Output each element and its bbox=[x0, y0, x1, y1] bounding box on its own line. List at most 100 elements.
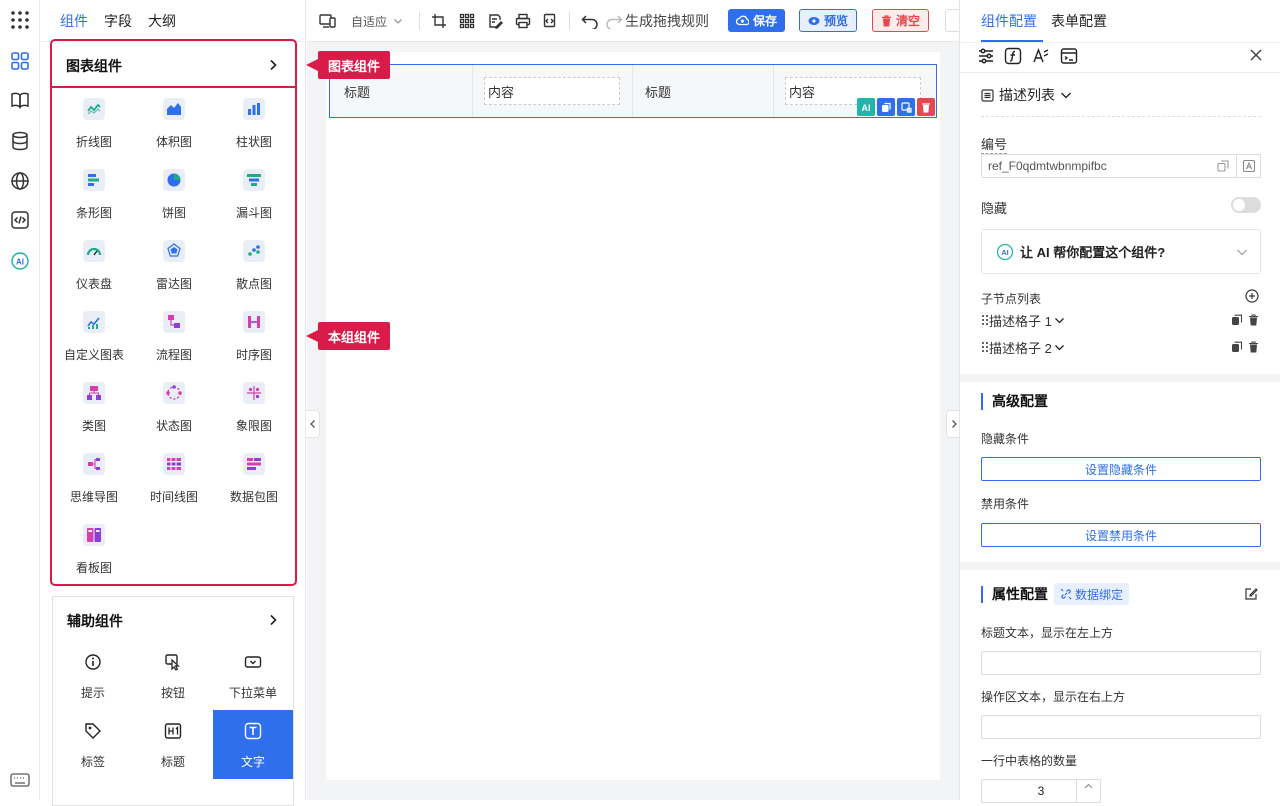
code-icon[interactable] bbox=[8, 208, 32, 232]
close-icon[interactable] bbox=[1250, 49, 1262, 61]
chart-item-3[interactable]: 条形图 bbox=[54, 161, 134, 232]
chart-item-16[interactable]: 时间线图 bbox=[134, 445, 214, 516]
copy-icon[interactable] bbox=[877, 98, 895, 116]
chart-item-1[interactable]: 体积图 bbox=[134, 90, 214, 161]
class-diagram-icon bbox=[83, 382, 105, 404]
undo-icon[interactable] bbox=[581, 11, 599, 31]
chart-item-18[interactable]: 看板图 bbox=[54, 516, 134, 587]
chart-item-15[interactable]: 思维导图 bbox=[54, 445, 134, 516]
script-icon[interactable] bbox=[1060, 47, 1078, 65]
formula-icon[interactable] bbox=[1004, 47, 1022, 65]
component-type-select[interactable]: 描述列表 bbox=[981, 85, 1072, 105]
book-icon[interactable] bbox=[8, 88, 32, 112]
generate-rules-button[interactable]: 生成拖拽规则 bbox=[605, 11, 709, 31]
info-icon bbox=[84, 653, 102, 671]
mindmap-icon bbox=[83, 453, 105, 475]
tab-fields[interactable]: 字段 bbox=[104, 11, 132, 31]
aux-item-4[interactable]: 标题 bbox=[133, 710, 213, 779]
chart-item-9[interactable]: 自定义图表 bbox=[54, 303, 134, 374]
chevron-down-icon bbox=[1054, 317, 1064, 323]
delete-icon[interactable] bbox=[917, 98, 935, 116]
set-disable-condition-button[interactable]: 设置禁用条件 bbox=[981, 523, 1261, 547]
print-icon[interactable] bbox=[515, 11, 531, 31]
svg-text:AI: AI bbox=[16, 258, 24, 267]
chart-item-12[interactable]: 类图 bbox=[54, 374, 134, 445]
aux-item-2[interactable]: 下拉菜单 bbox=[213, 641, 293, 710]
ai-icon[interactable]: AI bbox=[8, 249, 32, 273]
font-style-icon[interactable] bbox=[1032, 47, 1050, 65]
aux-item-1[interactable]: 按钮 bbox=[133, 641, 213, 710]
id-input[interactable]: ref_F0qdmtwbnmpifbc bbox=[981, 154, 1237, 178]
database-icon[interactable] bbox=[8, 129, 32, 153]
chart-item-8[interactable]: 散点图 bbox=[214, 232, 294, 303]
chart-item-label: 流程图 bbox=[155, 348, 192, 362]
set-hide-condition-button[interactable]: 设置隐藏条件 bbox=[981, 457, 1261, 481]
chart-item-13[interactable]: 状态图 bbox=[134, 374, 214, 445]
child-node-row[interactable]: 描述格子 2 bbox=[981, 338, 1261, 356]
preview-button[interactable]: 预览 bbox=[799, 9, 858, 32]
data-binding-tag[interactable]: 数据绑定 bbox=[1054, 583, 1130, 605]
chart-item-label: 象限图 bbox=[235, 419, 272, 433]
chart-item-11[interactable]: 时序图 bbox=[214, 303, 294, 374]
chevron-right-icon[interactable] bbox=[267, 59, 279, 71]
aux-item-label: 下拉菜单 bbox=[228, 686, 277, 700]
add-child-icon[interactable] bbox=[897, 98, 915, 116]
bar-chart-icon bbox=[243, 98, 265, 120]
trash-icon bbox=[1249, 314, 1258, 326]
aux-item-5[interactable]: 文字 bbox=[213, 710, 293, 779]
chart-item-6[interactable]: 仪表盘 bbox=[54, 232, 134, 303]
chart-item-10[interactable]: 流程图 bbox=[134, 303, 214, 374]
tab-component-config[interactable]: 组件配置 bbox=[981, 11, 1037, 31]
tag-icon bbox=[84, 722, 102, 740]
chart-item-2[interactable]: 柱状图 bbox=[214, 90, 294, 161]
tab-outline[interactable]: 大纲 bbox=[148, 11, 176, 31]
edit-icon[interactable] bbox=[1244, 587, 1258, 601]
save-button[interactable]: 保存 bbox=[728, 9, 786, 32]
ai-assist-icon[interactable]: AI bbox=[857, 98, 875, 116]
json-icon[interactable] bbox=[543, 11, 559, 31]
column-count-input[interactable]: 3 bbox=[981, 779, 1101, 803]
globe-icon[interactable] bbox=[8, 169, 32, 193]
chart-section-title: 图表组件 bbox=[66, 58, 122, 74]
aux-item-label: 标题 bbox=[160, 755, 185, 769]
device-icon[interactable] bbox=[319, 11, 337, 31]
apps-grid-icon[interactable] bbox=[8, 8, 32, 32]
sliders-icon[interactable] bbox=[977, 47, 995, 65]
chart-item-label: 柱状图 bbox=[235, 135, 272, 149]
text-format-icon[interactable] bbox=[1237, 154, 1261, 178]
edit-doc-icon[interactable] bbox=[487, 11, 503, 31]
hidden-label: 隐藏 bbox=[981, 201, 1008, 216]
collapse-left-handle[interactable] bbox=[306, 410, 320, 438]
chart-item-17[interactable]: 数据包图 bbox=[214, 445, 294, 516]
chart-item-14[interactable]: 象限图 bbox=[214, 374, 294, 445]
tab-components[interactable]: 组件 bbox=[60, 11, 88, 31]
clear-button[interactable]: 清空 bbox=[872, 9, 930, 32]
collapse-right-handle[interactable] bbox=[946, 410, 960, 438]
components-icon[interactable] bbox=[8, 49, 32, 73]
chart-item-4[interactable]: 饼图 bbox=[134, 161, 214, 232]
chart-item-label: 状态图 bbox=[155, 419, 192, 433]
column-count-label: 一行中表格的数量 bbox=[981, 754, 1078, 768]
tab-form-config[interactable]: 表单配置 bbox=[1051, 11, 1107, 31]
title-text-input[interactable] bbox=[981, 651, 1261, 675]
aux-item-3[interactable]: 标签 bbox=[53, 710, 133, 779]
aux-item-0[interactable]: 提示 bbox=[53, 641, 133, 710]
action-text-input[interactable] bbox=[981, 715, 1261, 739]
desc-cell-value[interactable]: 内容 bbox=[484, 77, 620, 105]
chart-item-7[interactable]: 雷达图 bbox=[134, 232, 214, 303]
description-list[interactable]: 标题 内容 标题 内容 AI bbox=[329, 64, 937, 118]
number-stepper[interactable] bbox=[1076, 780, 1100, 802]
add-child-icon[interactable] bbox=[1245, 289, 1259, 303]
crop-icon[interactable] bbox=[431, 11, 447, 31]
keyboard-icon[interactable] bbox=[8, 768, 32, 792]
chart-item-label: 仪表盘 bbox=[75, 277, 112, 291]
chart-item-label: 时间线图 bbox=[149, 490, 198, 504]
hidden-toggle[interactable] bbox=[1231, 197, 1261, 213]
chevron-right-icon[interactable] bbox=[267, 614, 279, 626]
child-node-row[interactable]: 描述格子 1 bbox=[981, 311, 1261, 329]
chart-item-0[interactable]: 折线图 bbox=[54, 90, 134, 161]
chart-item-5[interactable]: 漏斗图 bbox=[214, 161, 294, 232]
ai-config-prompt[interactable]: AI 让 AI 帮你配置这个组件? bbox=[981, 229, 1261, 274]
grid-icon[interactable] bbox=[459, 11, 475, 31]
mode-select[interactable]: 自适应 bbox=[351, 11, 403, 31]
